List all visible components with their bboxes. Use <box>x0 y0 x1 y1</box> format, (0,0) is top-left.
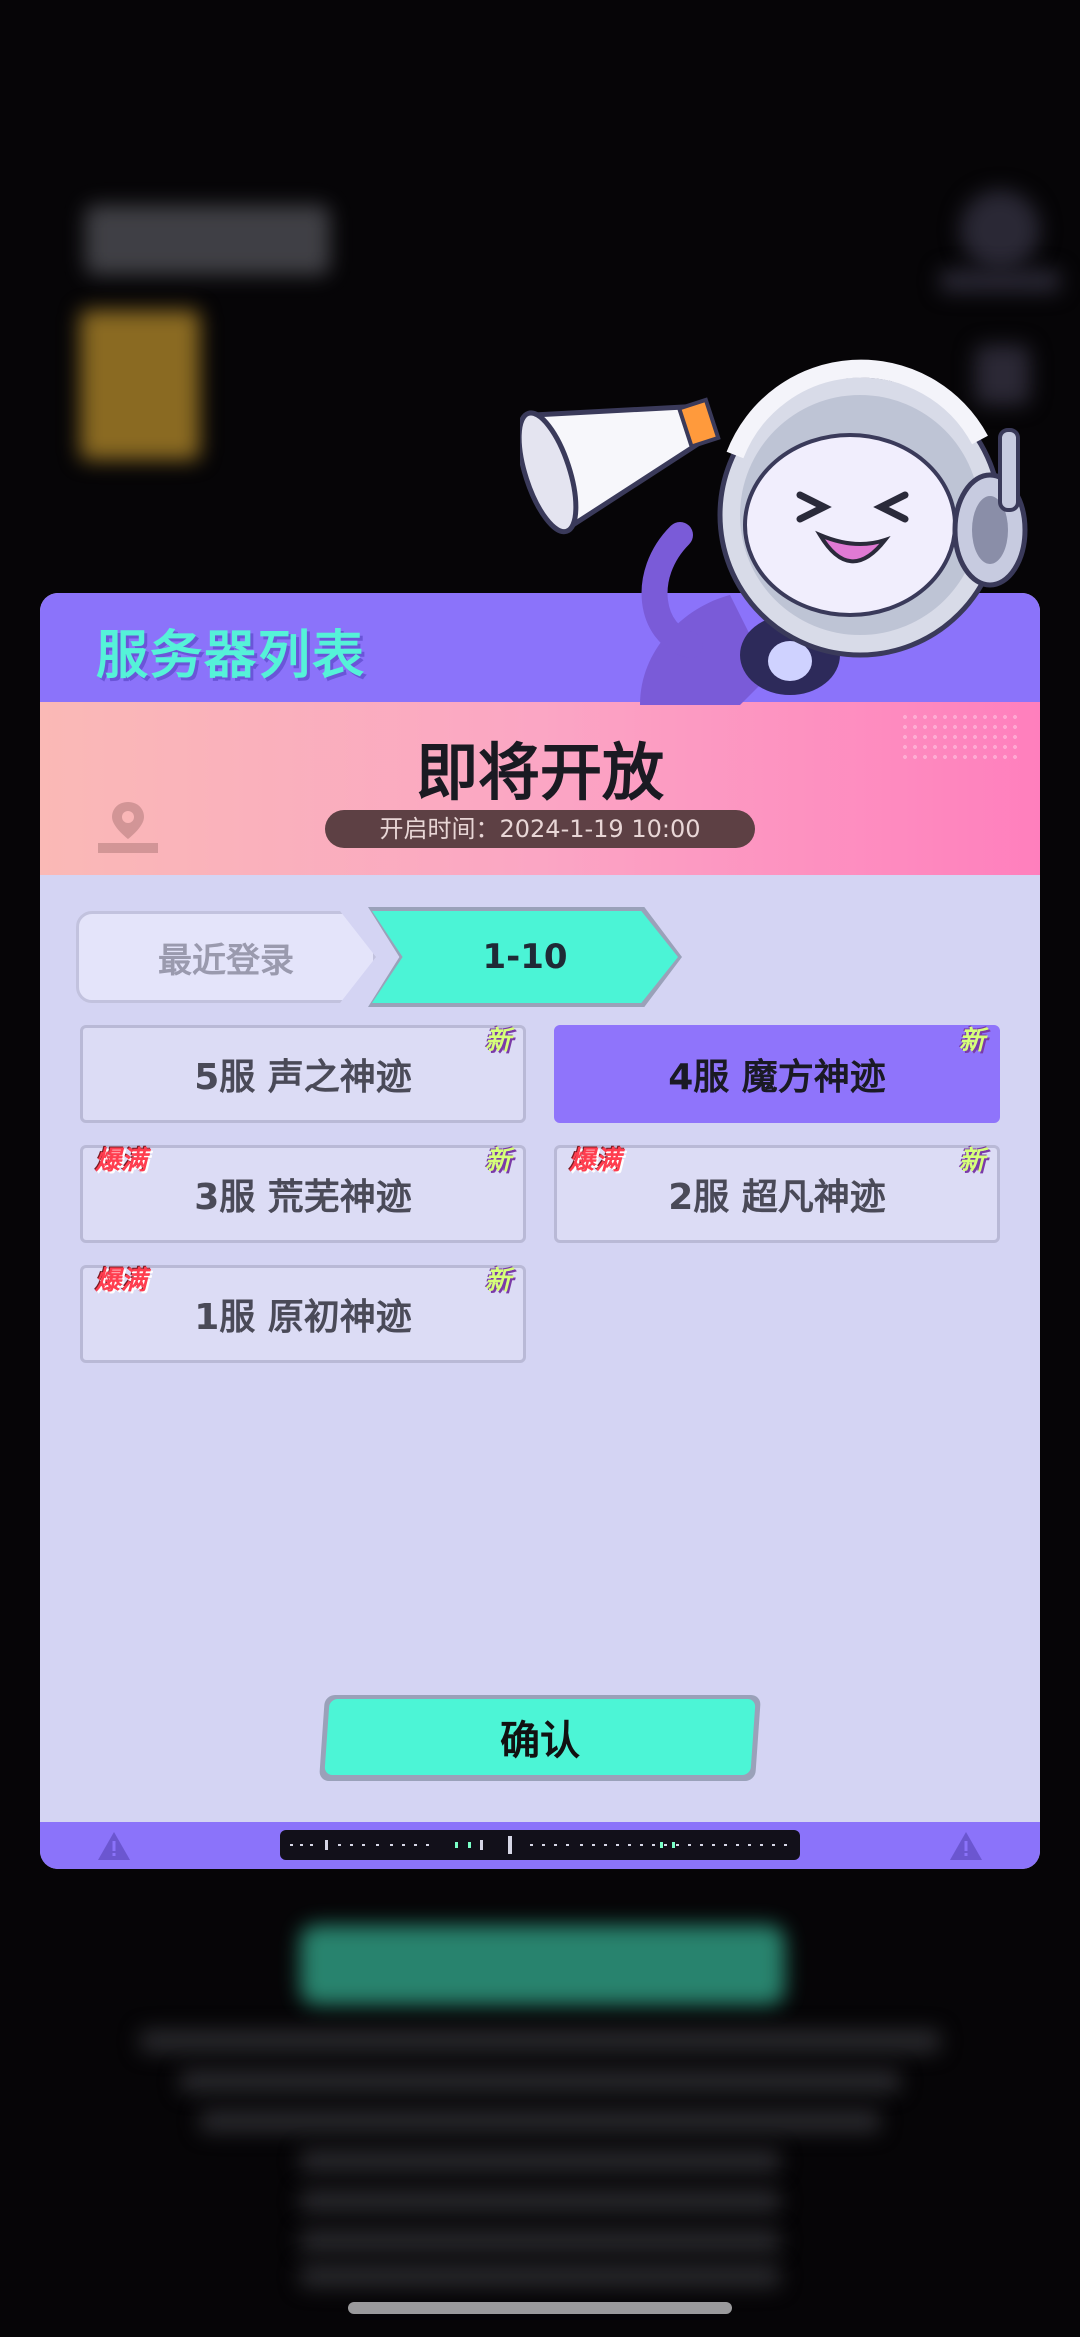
background-service-icon <box>960 190 1040 270</box>
server-list-dialog: 服务器列表 即将开放 开启时间：2024-1-19 10:00 最近登录 1-1… <box>40 593 1040 1869</box>
background-notice-line <box>140 2030 940 2052</box>
confirm-label: 确认 <box>500 1718 580 1764</box>
server-label: 3服 荒芜神迹 <box>194 1177 412 1218</box>
new-badge: 新 <box>484 1146 511 1176</box>
background-start-button <box>300 1925 785 2005</box>
new-badge: 新 <box>958 1146 985 1176</box>
server-label: 2服 超凡神迹 <box>668 1177 886 1218</box>
open-time-label: 开启时间：2024-1-19 10:00 <box>325 810 755 848</box>
ruler-ticks <box>290 1836 787 1854</box>
background-notice-line <box>200 2110 880 2132</box>
background-notice-line <box>300 2265 780 2287</box>
new-badge: 新 <box>484 1266 511 1296</box>
full-badge: 爆满 <box>569 1146 622 1176</box>
background-notice-line <box>300 2190 780 2212</box>
server-item-3[interactable]: 3服 荒芜神迹 爆满 新 <box>80 1145 526 1243</box>
server-label: 5服 声之神迹 <box>194 1057 412 1098</box>
tab-recent-login[interactable]: 最近登录 <box>76 911 376 1003</box>
confirm-button[interactable]: 确认 <box>324 1699 756 1775</box>
full-badge: 爆满 <box>95 1146 148 1176</box>
banner-title: 即将开放 <box>415 736 664 809</box>
full-badge: 爆满 <box>95 1266 148 1296</box>
dialog-footer <box>40 1822 1040 1869</box>
background-notice-line <box>300 2230 780 2252</box>
background-service-label <box>940 270 1060 292</box>
new-badge: 新 <box>484 1026 511 1056</box>
background-poster <box>80 310 200 460</box>
server-label: 1服 原初神迹 <box>194 1297 412 1338</box>
server-item-2[interactable]: 2服 超凡神迹 爆满 新 <box>554 1145 1000 1243</box>
background-notice-line <box>300 2150 780 2172</box>
background-game-logo <box>85 205 330 275</box>
dialog-title: 服务器列表 <box>96 626 367 686</box>
background-notice-line <box>180 2070 900 2092</box>
server-item-4[interactable]: 4服 魔方神迹 新 <box>554 1025 1000 1123</box>
server-item-1[interactable]: 1服 原初神迹 爆满 新 <box>80 1265 526 1363</box>
home-indicator[interactable] <box>348 2302 732 2314</box>
tab-server-range[interactable]: 1-10 <box>372 911 678 1003</box>
server-label: 4服 魔方神迹 <box>668 1057 886 1098</box>
warning-icon <box>950 1832 982 1860</box>
new-badge: 新 <box>958 1026 985 1056</box>
ruler-decoration <box>280 1830 800 1860</box>
warning-icon <box>98 1832 130 1860</box>
server-item-5[interactable]: 5服 声之神迹 新 <box>80 1025 526 1123</box>
megaphone-mascot <box>520 359 1028 705</box>
upcoming-server-banner: 即将开放 开启时间：2024-1-19 10:00 <box>40 702 1040 875</box>
